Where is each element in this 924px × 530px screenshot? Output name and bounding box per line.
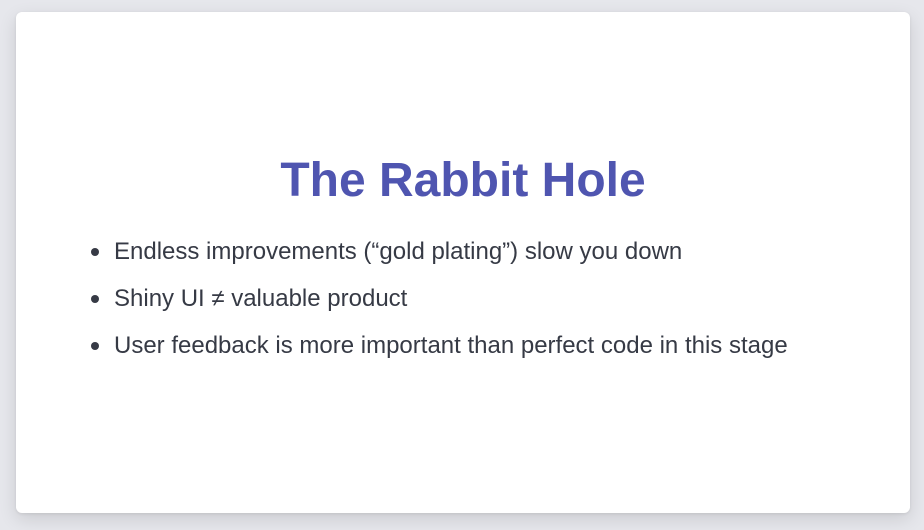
presentation-stage: The Rabbit Hole Endless improvements (“g… xyxy=(0,0,924,530)
bullet-item: User feedback is more important than per… xyxy=(91,329,788,376)
bullet-item: Endless improvements (“gold plating”) sl… xyxy=(91,235,788,282)
slide-title: The Rabbit Hole xyxy=(280,154,646,207)
bullet-list: Endless improvements (“gold plating”) sl… xyxy=(91,235,788,376)
bullet-item: Shiny UI ≠ valuable product xyxy=(91,282,788,329)
bullet-dot-icon xyxy=(91,248,99,256)
bullet-text: Shiny UI ≠ valuable product xyxy=(114,285,408,312)
bullet-dot-icon xyxy=(91,295,99,303)
bullet-text: User feedback is more important than per… xyxy=(114,332,788,359)
bullet-text: Endless improvements (“gold plating”) sl… xyxy=(114,238,683,265)
bullet-dot-icon xyxy=(91,342,99,350)
slide-card: The Rabbit Hole Endless improvements (“g… xyxy=(16,12,910,513)
